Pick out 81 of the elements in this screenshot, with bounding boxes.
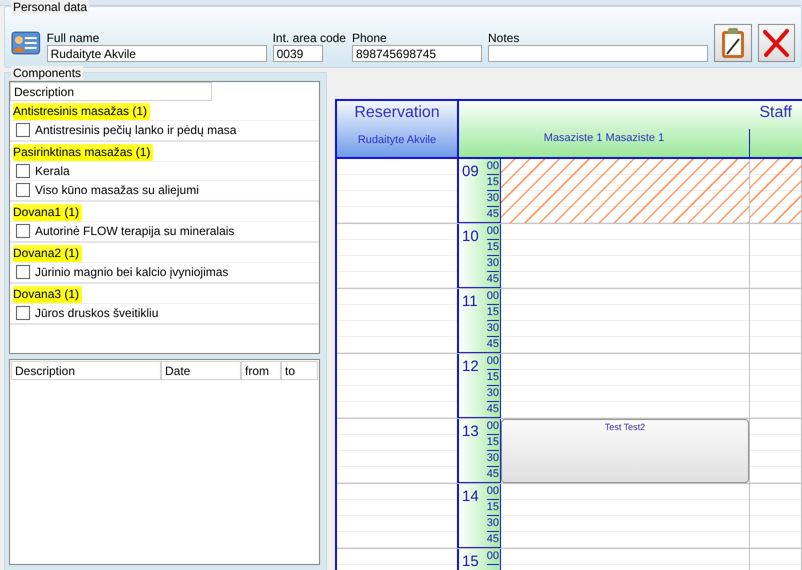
hour-number: 10 bbox=[462, 228, 479, 247]
minute-link[interactable]: 30 bbox=[486, 191, 499, 207]
checkbox[interactable] bbox=[16, 265, 30, 279]
column-title: Staff bbox=[759, 104, 792, 122]
minute-link[interactable]: 45 bbox=[486, 272, 499, 288]
checkbox[interactable] bbox=[16, 306, 30, 320]
item-label: Kerala bbox=[35, 164, 71, 178]
item-label: Autorinė FLOW terapija su mineralais bbox=[35, 224, 236, 238]
minute-link[interactable]: 45 bbox=[486, 532, 499, 548]
column-header[interactable]: to bbox=[281, 361, 318, 380]
checkbox[interactable] bbox=[16, 123, 30, 137]
reservation-slot[interactable] bbox=[337, 289, 459, 353]
minute-link[interactable]: 00 bbox=[486, 419, 499, 435]
close-button[interactable] bbox=[758, 24, 796, 62]
group-label: Antistresinis masažas (1) bbox=[13, 103, 150, 120]
group-label: Pasirinktinas masažas (1) bbox=[13, 144, 154, 161]
hour-number: 14 bbox=[462, 488, 479, 507]
minute-link[interactable]: 45 bbox=[486, 207, 499, 223]
item-label: Antistresinis pečių lanko ir pėdų masa bbox=[35, 123, 238, 137]
column-header[interactable]: Description bbox=[10, 82, 212, 101]
minute-link[interactable]: 15 bbox=[486, 305, 499, 321]
minute-link[interactable]: 00 bbox=[486, 224, 499, 240]
minute-link[interactable]: 00 bbox=[486, 289, 499, 305]
group-label: Dovana2 (1) bbox=[13, 245, 82, 262]
minute-link[interactable]: 30 bbox=[486, 256, 499, 272]
minute-link[interactable]: 00 bbox=[486, 549, 499, 565]
hour-number: 13 bbox=[462, 423, 479, 442]
minute-link[interactable]: 30 bbox=[486, 321, 499, 337]
minute-link[interactable]: 15 bbox=[486, 500, 499, 516]
blocked-slot[interactable] bbox=[501, 159, 750, 223]
input-field[interactable]: 0039 bbox=[272, 45, 323, 62]
group-label: Dovana1 (1) bbox=[13, 204, 82, 221]
minute-link[interactable]: 00 bbox=[486, 354, 499, 370]
hour-number: 11 bbox=[462, 293, 478, 312]
input-field[interactable] bbox=[488, 45, 708, 62]
close-icon bbox=[761, 28, 792, 58]
checkbox[interactable] bbox=[16, 183, 30, 197]
input-field[interactable]: 898745698745 bbox=[352, 45, 482, 62]
staff-name: Masaziste 1 Masaziste 1 bbox=[459, 129, 750, 157]
group-title: Personal data bbox=[11, 0, 90, 14]
minute-link[interactable]: 15 bbox=[486, 370, 499, 386]
contact-card-icon bbox=[11, 30, 41, 56]
checkbox[interactable] bbox=[16, 224, 30, 238]
minute-link[interactable]: 30 bbox=[486, 451, 499, 467]
column-header[interactable]: from bbox=[241, 361, 281, 380]
column-title: Reservation bbox=[354, 104, 440, 122]
minute-link[interactable]: 45 bbox=[486, 337, 499, 353]
hour-number: 12 bbox=[462, 358, 479, 377]
minute-link[interactable]: 15 bbox=[486, 175, 499, 191]
minute-link[interactable]: 15 bbox=[486, 435, 499, 451]
column-header[interactable]: Description bbox=[11, 361, 161, 380]
minute-link[interactable]: 30 bbox=[486, 516, 499, 532]
hour-number: 15 bbox=[462, 553, 479, 570]
field-label: Full name bbox=[46, 31, 100, 45]
minute-link[interactable]: 45 bbox=[486, 467, 499, 483]
minute-link[interactable]: 00 bbox=[486, 159, 499, 175]
item-label: Viso kūno masažas su aliejumi bbox=[35, 183, 200, 197]
field-label: Int. area code bbox=[272, 31, 346, 45]
minute-link[interactable]: 30 bbox=[486, 386, 499, 402]
reservation-slot[interactable] bbox=[337, 354, 459, 418]
item-label: Jūros druskos šveitikliu bbox=[35, 306, 160, 320]
group-label: Dovana3 (1) bbox=[13, 286, 82, 303]
field-label: Phone bbox=[352, 31, 388, 45]
client-name: Rudaityte Akvile bbox=[358, 134, 436, 146]
input-field[interactable]: Rudaityte Akvile bbox=[46, 45, 267, 62]
reservation-slot[interactable] bbox=[337, 419, 459, 483]
appointment[interactable]: Test Test2 bbox=[501, 419, 749, 483]
minute-link[interactable]: 15 bbox=[486, 240, 499, 256]
reservation-slot[interactable] bbox=[337, 159, 459, 223]
clipboard-button[interactable] bbox=[714, 24, 752, 62]
field-label: Notes bbox=[488, 31, 520, 45]
reservation-slot[interactable] bbox=[337, 224, 459, 288]
hour-number: 09 bbox=[462, 163, 479, 182]
blocked-slot[interactable] bbox=[750, 159, 802, 223]
checkbox[interactable] bbox=[16, 164, 30, 178]
minute-link[interactable]: 00 bbox=[486, 484, 499, 500]
item-label: Jūrinio magnio bei kalcio įvyniojimas bbox=[35, 265, 230, 279]
reservation-slot[interactable] bbox=[337, 484, 459, 548]
group-title: Components bbox=[11, 66, 84, 80]
minute-link[interactable]: 45 bbox=[486, 402, 499, 418]
column-header[interactable]: Date bbox=[161, 361, 241, 380]
